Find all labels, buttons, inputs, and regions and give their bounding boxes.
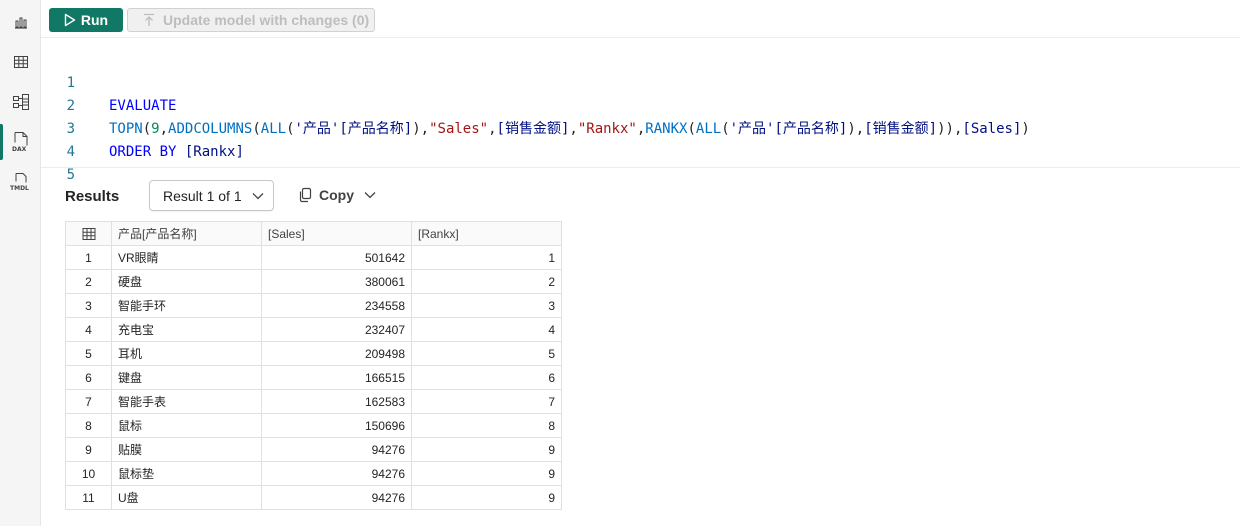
table-view-button[interactable]: [0, 42, 41, 82]
model-icon: [12, 94, 29, 110]
sales-cell[interactable]: 94276: [261, 485, 412, 510]
product-name-cell[interactable]: 智能手环: [111, 293, 262, 318]
result-selector-value: Result 1 of 1: [163, 187, 242, 204]
copy-label: Copy: [319, 187, 354, 203]
sales-cell[interactable]: 209498: [261, 341, 412, 366]
row-index-cell[interactable]: 1: [65, 245, 112, 270]
chevron-down-icon: [364, 192, 376, 199]
left-rail: DAX TMDL: [0, 0, 41, 526]
dax-label: DAX: [12, 146, 27, 153]
editor-line: 5: [41, 141, 1240, 183]
row-index-cell[interactable]: 3: [65, 293, 112, 318]
rankx-cell[interactable]: 9: [411, 485, 562, 510]
toolbar: Run Update model with changes (0): [41, 0, 1240, 38]
row-index-cell[interactable]: 5: [65, 341, 112, 366]
select-all-header[interactable]: [65, 221, 112, 246]
rankx-cell[interactable]: 5: [411, 341, 562, 366]
copy-button[interactable]: Copy: [299, 184, 376, 206]
rankx-cell[interactable]: 3: [411, 293, 562, 318]
rankx-cell[interactable]: 7: [411, 389, 562, 414]
row-index-cell[interactable]: 10: [65, 461, 112, 486]
results-table: 产品[产品名称] [Sales] [Rankx] 1 VR眼睛 501642 1 2 硬盘…: [65, 221, 562, 510]
table-row[interactable]: 6 键盘 166515 6: [65, 365, 562, 390]
product-name-cell[interactable]: 耳机: [111, 341, 262, 366]
report-view-button[interactable]: [0, 2, 41, 42]
row-index-cell[interactable]: 8: [65, 413, 112, 438]
table-header-row: 产品[产品名称] [Sales] [Rankx]: [65, 221, 562, 246]
arrow-up-icon: [144, 13, 154, 26]
dax-query-icon: DAX: [12, 132, 27, 153]
run-button[interactable]: Run: [49, 8, 123, 32]
rankx-cell[interactable]: 9: [411, 461, 562, 486]
chevron-down-icon: [252, 192, 264, 199]
editor-line: 1 EVALUATE: [41, 49, 1240, 114]
dax-query-editor[interactable]: 1 EVALUATE 2 TOPN(9,ADDCOLUMNS(ALL('产品'[…: [41, 38, 1240, 183]
table-icon: [13, 56, 28, 68]
play-icon: [64, 13, 76, 27]
rankx-cell[interactable]: 1: [411, 245, 562, 270]
rankx-cell[interactable]: 2: [411, 269, 562, 294]
product-name-cell[interactable]: 贴膜: [111, 437, 262, 462]
product-name-cell[interactable]: 键盘: [111, 365, 262, 390]
sales-cell[interactable]: 150696: [261, 413, 412, 438]
update-model-label: Update model with changes (0): [163, 12, 370, 28]
bar-chart-icon: [14, 17, 27, 29]
run-label: Run: [80, 12, 109, 28]
product-name-cell[interactable]: 充电宝: [111, 317, 262, 342]
rankx-cell[interactable]: 9: [411, 437, 562, 462]
row-index-cell[interactable]: 6: [65, 365, 112, 390]
row-index-cell[interactable]: 7: [65, 389, 112, 414]
sales-cell[interactable]: 501642: [261, 245, 412, 270]
row-index-cell[interactable]: 4: [65, 317, 112, 342]
column-header[interactable]: 产品[产品名称]: [111, 221, 262, 246]
update-model-button[interactable]: Update model with changes (0): [127, 8, 375, 32]
rankx-cell[interactable]: 8: [411, 413, 562, 438]
sales-cell[interactable]: 166515: [261, 365, 412, 390]
table-row[interactable]: 11 U盘 94276 9: [65, 485, 562, 510]
tmdl-label: TMDL: [10, 185, 29, 192]
table-row[interactable]: 9 贴膜 94276 9: [65, 437, 562, 462]
dax-query-view-button[interactable]: DAX: [0, 122, 41, 162]
product-name-cell[interactable]: 智能手表: [111, 389, 262, 414]
row-index-cell[interactable]: 11: [65, 485, 112, 510]
table-row[interactable]: 7 智能手表 162583 7: [65, 389, 562, 414]
results-title: Results: [65, 188, 120, 205]
product-name-cell[interactable]: VR眼睛: [111, 245, 262, 270]
product-name-cell[interactable]: 鼠标: [111, 413, 262, 438]
sales-cell[interactable]: 162583: [261, 389, 412, 414]
sales-cell[interactable]: 234558: [261, 293, 412, 318]
table-row[interactable]: 2 硬盘 380061 2: [65, 269, 562, 294]
results-bar: Results Result 1 of 1 Copy: [41, 168, 1240, 218]
sales-cell[interactable]: 232407: [261, 317, 412, 342]
sales-cell[interactable]: 380061: [261, 269, 412, 294]
editor-line: 2 TOPN(9,ADDCOLUMNS(ALL('产品'[产品名称]),"Sal…: [41, 72, 1240, 137]
product-name-cell[interactable]: U盘: [111, 485, 262, 510]
copy-icon: [299, 187, 312, 203]
rankx-cell[interactable]: 6: [411, 365, 562, 390]
table-row[interactable]: 3 智能手环 234558 3: [65, 293, 562, 318]
model-view-button[interactable]: [0, 82, 41, 122]
table-body: 1 VR眼睛 501642 1 2 硬盘 380061 2 3 智能手环 234558 3 4 充电宝 23…: [65, 245, 562, 510]
table-row[interactable]: 10 鼠标垫 94276 9: [65, 461, 562, 486]
column-header[interactable]: [Rankx]: [411, 221, 562, 246]
table-row[interactable]: 4 充电宝 232407 4: [65, 317, 562, 342]
row-index-cell[interactable]: 9: [65, 437, 112, 462]
table-row[interactable]: 1 VR眼睛 501642 1: [65, 245, 562, 270]
product-name-cell[interactable]: 硬盘: [111, 269, 262, 294]
editor-line: 4: [41, 118, 1240, 160]
sales-cell[interactable]: 94276: [261, 437, 412, 462]
result-selector-dropdown[interactable]: Result 1 of 1: [149, 180, 274, 211]
product-name-cell[interactable]: 鼠标垫: [111, 461, 262, 486]
editor-line: 3 ORDER BY [Rankx]: [41, 95, 1240, 160]
grid-icon: [82, 227, 95, 240]
column-header[interactable]: [Sales]: [261, 221, 412, 246]
table-row[interactable]: 8 鼠标 150696 8: [65, 413, 562, 438]
tmdl-icon: TMDL: [10, 173, 29, 192]
rankx-cell[interactable]: 4: [411, 317, 562, 342]
sales-cell[interactable]: 94276: [261, 461, 412, 486]
table-row[interactable]: 5 耳机 209498 5: [65, 341, 562, 366]
row-index-cell[interactable]: 2: [65, 269, 112, 294]
tmdl-view-button[interactable]: TMDL: [0, 162, 41, 202]
